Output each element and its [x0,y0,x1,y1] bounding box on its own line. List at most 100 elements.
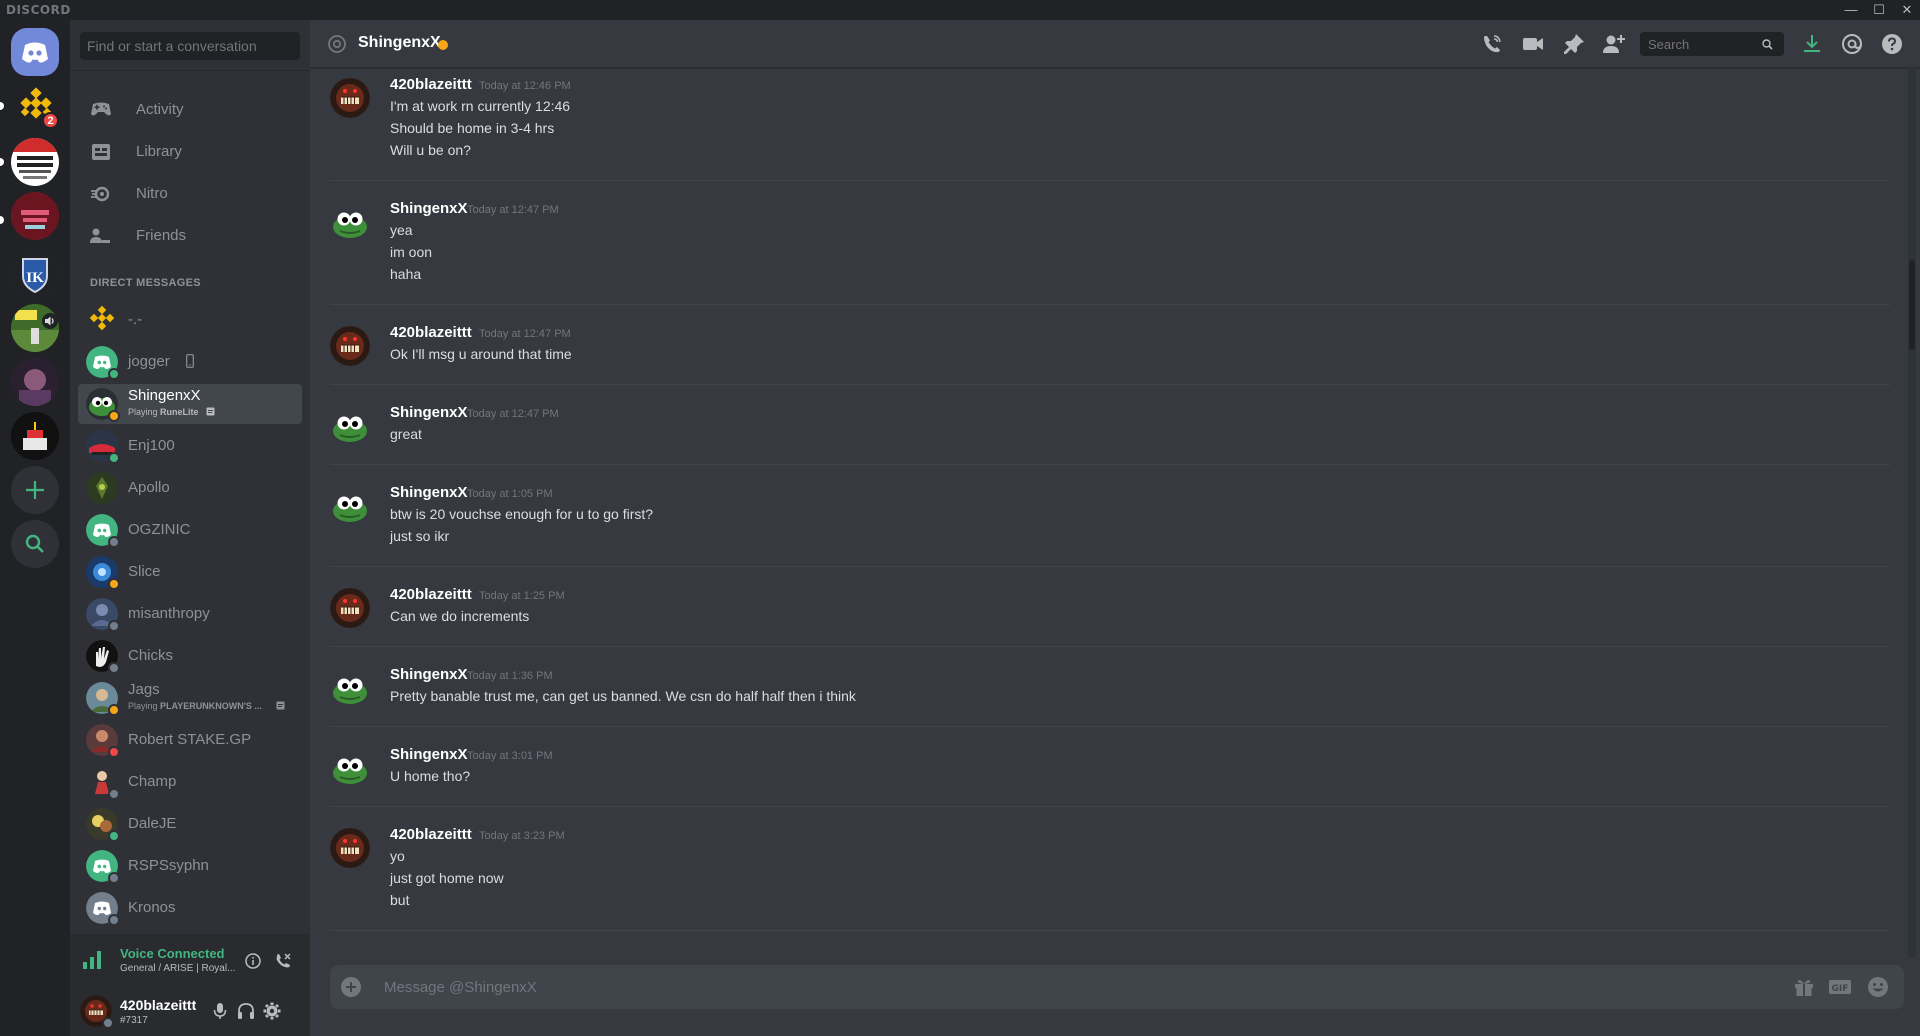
dm-item[interactable]: Robert STAKE.GP [78,720,302,760]
headphones-icon[interactable] [236,1001,256,1021]
message-group[interactable]: ShingenxX Today at 1:05 PM btw is 20 vouch… [310,484,1904,574]
rich-presence-icon [276,701,285,710]
message-input[interactable] [384,965,1764,1009]
server-list: 2 IK [0,20,70,1036]
mention-badge: 2 [42,112,59,129]
message-group[interactable]: 420blazeittt Today at 12:46 PM I'm at work… [310,76,1904,188]
dm-name: jogger [128,353,170,370]
avatar[interactable] [330,588,370,628]
server-fantasy[interactable] [11,358,59,406]
dm-item[interactable]: Champ [78,762,302,802]
server-staking-center[interactable] [11,192,59,240]
message-text: Pretty banable trust me, can get us bann… [390,688,856,704]
server-cake[interactable] [11,412,59,460]
mentions-icon[interactable] [1840,32,1864,56]
message-author[interactable]: 420blazeittt [390,826,472,843]
message-group[interactable]: ShingenxX Today at 12:47 PM yea im oon haha [310,200,1904,312]
gif-icon[interactable]: GIF [1828,976,1852,998]
upload-plus-icon[interactable] [340,976,362,998]
avatar[interactable] [330,78,370,118]
dm-name: Apollo [128,479,170,496]
help-icon[interactable] [1880,32,1904,56]
status-indicator [108,704,120,716]
dm-item[interactable]: Apollo [78,468,302,508]
emoji-icon[interactable] [1866,976,1890,998]
home-button[interactable] [11,28,59,76]
status-indicator [108,410,120,422]
explore-servers-button[interactable] [11,520,59,568]
server-ik[interactable]: IK [11,250,59,298]
dm-name: -.- [128,311,143,328]
nitro-icon [91,186,110,202]
gift-icon[interactable] [1792,976,1816,998]
avatar[interactable] [330,748,370,788]
chat-area: ShingenxX 420blazeittt Today at 12:46 PM I… [310,20,1920,1036]
message-author[interactable]: ShingenxX [390,200,468,217]
message-author[interactable]: 420blazeittt [390,586,472,603]
add-server-button[interactable] [11,466,59,514]
dm-item[interactable]: Kronos [78,888,302,928]
message-group[interactable]: ShingenxX Today at 12:47 PM great [310,404,1904,472]
dm-item[interactable]: RSPSsyphn [78,846,302,886]
message-divider [330,464,1890,465]
message-divider [330,566,1890,567]
voice-call-icon[interactable] [1480,32,1504,56]
status-indicator [108,368,120,380]
avatar[interactable] [330,406,370,446]
avatar[interactable] [330,828,370,868]
gear-icon[interactable] [262,1001,282,1021]
dm-item[interactable]: OGZINIC [78,510,302,550]
dm-item[interactable]: Enj100 [78,426,302,466]
message-author[interactable]: 420blazeittt [390,324,472,341]
discord-logo-icon [22,42,48,63]
dm-item[interactable]: -.- [78,300,302,340]
microphone-icon[interactable] [210,1001,230,1021]
message-author[interactable]: ShingenxX [390,484,468,501]
find-conversation-input[interactable] [80,32,300,60]
dm-item[interactable]: Chicks [78,636,302,676]
nav-library[interactable]: Library [78,132,302,172]
shield-icon: IK [11,250,59,298]
add-friend-icon[interactable] [1602,32,1626,56]
message-divider [330,806,1890,807]
message-group[interactable]: ShingenxX Today at 3:01 PM U home tho? [310,746,1904,814]
speaker-icon [42,313,58,329]
scrollbar-track[interactable] [1908,68,1916,958]
dm-item[interactable]: Slice [78,552,302,592]
voice-connection-panel: Voice Connected General / ARISE | Royal.… [70,934,310,986]
message-author[interactable]: ShingenxX [390,404,468,421]
message-group[interactable]: ShingenxX Today at 1:36 PM Pretty banable … [310,666,1904,734]
dm-item-active[interactable]: ShingenxX Playing RuneLite [78,384,302,424]
pin-icon[interactable] [1562,32,1586,56]
voice-channel[interactable]: General / ARISE | Royal... [120,963,235,974]
dm-item[interactable]: jogger [78,342,302,382]
avatar[interactable] [330,202,370,242]
dm-item[interactable]: misanthropy [78,594,302,634]
dm-item[interactable]: DaleJE [78,804,302,844]
avatar[interactable] [330,326,370,366]
close-window-button[interactable]: ✕ [1894,0,1920,20]
dm-item[interactable]: Jags Playing PLAYERUNKNOWN'S ... [78,678,302,718]
info-icon[interactable] [244,952,262,970]
message-author[interactable]: ShingenxX [390,746,468,763]
nav-nitro[interactable]: Nitro [78,174,302,214]
message-author[interactable]: 420blazeittt [390,76,472,93]
app-brand: DISCORD [6,3,71,17]
video-call-icon[interactable] [1521,32,1545,56]
message-author[interactable]: ShingenxX [390,666,468,683]
scrollbar-thumb[interactable] [1909,260,1915,350]
message-divider [330,384,1890,385]
message-group[interactable]: 420blazeittt Today at 12:47 PM Ok I'll msg… [310,324,1904,392]
avatar[interactable] [330,486,370,526]
disconnect-call-icon[interactable] [274,952,292,970]
message-group[interactable]: 420blazeittt Today at 1:25 PM Can we do in… [310,586,1904,654]
dm-name: ShingenxX [128,387,201,404]
minimize-button[interactable]: — [1838,0,1864,20]
nav-friends[interactable]: Friends [78,216,302,256]
avatar[interactable] [330,668,370,708]
nav-activity[interactable]: Activity [78,90,302,130]
server-demolition[interactable] [11,138,59,186]
download-icon[interactable] [1800,32,1824,56]
maximize-button[interactable]: ☐ [1866,0,1892,20]
message-group[interactable]: 420blazeittt Today at 3:23 PM yo just got h… [310,826,1904,938]
